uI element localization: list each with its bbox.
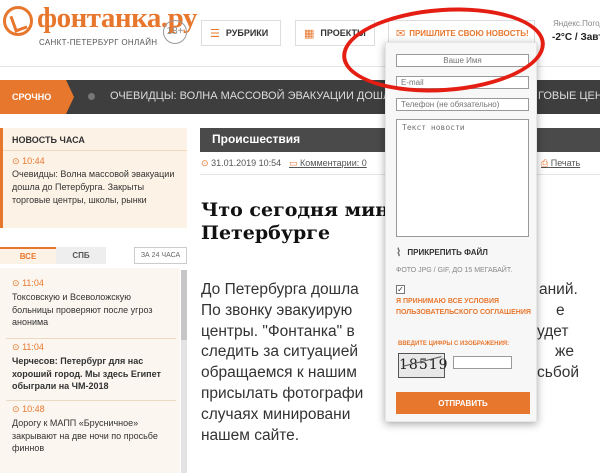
feed-item-time: ⊙ 10:48 <box>12 404 174 415</box>
rubriki-button[interactable]: ☰ РУБРИКИ <box>201 20 281 46</box>
feed-item[interactable]: ⊙ 11:04 Черчесов: Петербург для нас хоро… <box>12 342 174 393</box>
age-rating-badge: 18+ <box>163 20 187 44</box>
period-24h-button[interactable]: ЗА 24 ЧАСА <box>134 247 187 264</box>
breaking-text[interactable]: ОЧЕВИДЦЫ: ВОЛНА МАССОВОЙ ЭВАКУАЦИИ ДОШЛА… <box>110 90 408 102</box>
feed-tabs: ВСЕ СПБ ЗА 24 ЧАСА <box>0 247 187 264</box>
captcha-input[interactable] <box>453 356 512 369</box>
menu-icon: ☰ <box>210 27 220 40</box>
attach-hint: ФОТО JPG / GIF, ДО 15 МЕГАБАЙТ. <box>396 267 513 274</box>
feed-item-time-value: 11:04 <box>22 278 44 288</box>
comment-icon: ▭ <box>289 158 298 168</box>
print-link[interactable]: ⎙ Печать <box>541 158 580 169</box>
breaking-label: СРОЧНО <box>0 80 66 114</box>
feed-item-text[interactable]: Токсовскую и Всеволожскую больницы прове… <box>12 291 174 329</box>
clock-icon: ⊙ <box>12 342 20 352</box>
logo-tagline: САНКТ-ПЕТЕРБУРГ ОНЛАЙН <box>39 38 158 47</box>
feed-scrollbar-thumb[interactable] <box>181 270 187 340</box>
print-label: Печать <box>550 158 581 168</box>
hour-news-time-value: 10:44 <box>22 156 45 166</box>
feed-divider <box>6 338 176 339</box>
body-line: нашем сайте. <box>201 426 300 444</box>
feed-item-text[interactable]: Черчесов: Петербург для нас хороший горо… <box>12 355 174 393</box>
comments-link[interactable]: ▭ Комментарии: 0 <box>289 158 367 169</box>
article-date-value: 31.01.2019 <box>211 158 257 168</box>
hour-news-divider <box>3 150 187 151</box>
agree-checkbox[interactable]: ✓ <box>396 285 405 294</box>
submit-news-popup: ⌇ ПРИКРЕПИТЬ ФАЙЛ ФОТО JPG / GIF, ДО 15 … <box>385 42 537 422</box>
attach-file-label: ПРИКРЕПИТЬ ФАЙЛ <box>407 248 488 257</box>
rubriki-label: РУБРИКИ <box>225 28 269 38</box>
feed-divider <box>6 400 176 401</box>
feed-item[interactable]: ⊙ 11:04 Токсовскую и Всеволожскую больни… <box>12 278 174 329</box>
tab-all[interactable]: ВСЕ <box>0 247 56 264</box>
feed-item-text[interactable]: Дорогу к МАПП «Брусничное» закрывают на … <box>12 417 174 455</box>
clock-icon: ⊙ <box>12 278 20 288</box>
news-text-input[interactable] <box>396 119 529 237</box>
clock-icon: ⊙ <box>12 404 20 414</box>
feed-item[interactable]: ⊙ 10:48 Дорогу к МАПП «Брусничное» закры… <box>12 404 174 455</box>
feed-item-time-value: 11:04 <box>22 342 44 352</box>
agree-text[interactable]: Я ПРИНИМАЮ ВСЕ УСЛОВИЯ ПОЛЬЗОВАТЕЛЬСКОГО… <box>396 296 531 318</box>
comments-label: Комментарии: 0 <box>300 158 367 168</box>
article-time-value: 10:54 <box>258 158 282 168</box>
weather-provider[interactable]: Яндекс.Погода <box>553 19 600 28</box>
grid-icon: ▦ <box>304 27 315 40</box>
attach-file-button[interactable]: ⌇ ПРИКРЕПИТЬ ФАЙЛ <box>396 246 488 259</box>
captcha-label: ВВЕДИТЕ ЦИФРЫ С ИЗОБРАЖЕНИЯ: <box>398 341 510 347</box>
tab-spb[interactable]: СПБ <box>56 247 106 264</box>
hour-news-text[interactable]: Очевидцы: Волна массовой эвакуации дошла… <box>12 168 182 207</box>
feed-item-time: ⊙ 11:04 <box>12 278 174 289</box>
section-title[interactable]: Происшествия <box>212 132 300 146</box>
hour-news-box[interactable]: НОВОСТЬ ЧАСА ⊙ 10:44 Очевидцы: Волна мас… <box>0 128 187 228</box>
phone-input[interactable] <box>396 98 529 111</box>
send-button[interactable]: ОТПРАВИТЬ <box>396 392 530 414</box>
ticker-dot-icon <box>88 93 95 100</box>
paperclip-icon: ⌇ <box>396 247 402 259</box>
clock-icon: ⊙ <box>201 158 209 168</box>
printer-icon: ⎙ <box>541 158 549 168</box>
breaking-arrow-icon <box>66 80 74 114</box>
captcha-image: 18519 <box>398 353 448 378</box>
weather-temperature[interactable]: -2°C / Завтр <box>552 32 600 43</box>
hour-news-time: ⊙ 10:44 <box>12 156 45 167</box>
article-date: ⊙ 31.01.2019 10:54 <box>201 158 281 169</box>
clock-icon: ⊙ <box>12 156 20 166</box>
feed-item-time-value: 10:48 <box>22 404 45 414</box>
feed-item-time: ⊙ 11:04 <box>12 342 174 353</box>
hour-news-title: НОВОСТЬ ЧАСА <box>12 135 85 145</box>
logo-mark-icon <box>3 6 33 36</box>
breaking-text-tail[interactable]: ГОВЫЕ ЦЕНТ <box>538 90 600 102</box>
